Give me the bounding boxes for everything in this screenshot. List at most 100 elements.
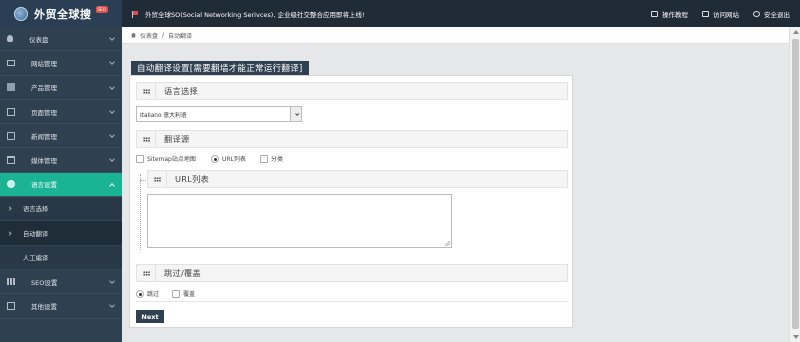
- tutorial-link[interactable]: 操作教程: [651, 9, 688, 19]
- skip-option[interactable]: 跳过: [136, 289, 159, 298]
- visit-site-link[interactable]: 访问网站: [702, 9, 739, 19]
- section-title: 翻译源: [164, 134, 190, 144]
- chevron-down-icon: [109, 83, 115, 90]
- announcement-text: 外贸全球SO(Social Networking Serivces), 企业级社…: [145, 11, 365, 19]
- source-option-url-list[interactable]: URL列表: [211, 154, 246, 163]
- option-label: Sitemap站点地图: [147, 156, 196, 163]
- sidebar-item-media[interactable]: 媒体管理: [0, 148, 122, 173]
- home-icon: [131, 32, 136, 38]
- brand-logo[interactable]: 外贸全球搜 SEO: [0, 0, 122, 27]
- resize-handle-icon[interactable]: [445, 241, 450, 246]
- category-checkbox[interactable]: [260, 154, 268, 163]
- logout-link[interactable]: 安全退出: [753, 9, 790, 19]
- chevron-down-icon: [109, 302, 115, 309]
- bar-chart-icon: [7, 278, 15, 286]
- sidebar-item-dashboard[interactable]: 仪表盘: [0, 27, 122, 52]
- chevron-down-icon: [109, 132, 115, 139]
- skip-radio[interactable]: [136, 289, 144, 298]
- overwrite-option[interactable]: 覆盖: [172, 289, 195, 298]
- sidebar-item-label: 页面管理: [31, 108, 57, 117]
- sidebar-item-label: SEO设置: [31, 278, 58, 287]
- sidebar-subitem-label: 人工编译: [23, 254, 49, 262]
- sidebar-item-label: 仪表盘: [29, 35, 49, 44]
- source-option-sitemap[interactable]: Sitemap站点地图: [136, 154, 196, 163]
- globe-logo-icon: [14, 6, 28, 21]
- option-label: URL列表: [222, 156, 246, 163]
- sidebar: 仪表盘 网站管理 产品管理 页面管理 新闻管理 媒体管理 语言设置 语言选择 自…: [0, 27, 122, 342]
- grip-icon: [137, 265, 156, 281]
- chevron-right-icon: [7, 230, 12, 236]
- sidebar-subitem-manual-translate[interactable]: 人工编译: [0, 245, 122, 270]
- url-list-textarea[interactable]: [147, 194, 452, 248]
- section-title: URL列表: [175, 174, 210, 184]
- sidebar-item-label: 其他设置: [31, 302, 57, 311]
- scroll-up-arrow-icon[interactable]: [793, 30, 799, 34]
- sidebar-item-seo-settings[interactable]: SEO设置: [0, 270, 122, 295]
- chevron-down-icon: [109, 156, 115, 163]
- section-title: 语言选择: [164, 86, 198, 96]
- grip-icon: [137, 83, 156, 99]
- language-select-value: Italiano 意大利语: [140, 112, 187, 119]
- sidebar-subitem-label: 自动翻译: [23, 230, 49, 238]
- chevron-down-icon[interactable]: [290, 107, 301, 121]
- sidebar-item-site-management[interactable]: 网站管理: [0, 51, 122, 76]
- panel-title: 自动翻译设置[需要翻墙才能正常运行翻译]: [131, 61, 309, 75]
- sidebar-item-label: 网站管理: [31, 59, 57, 68]
- logout-link-label: 安全退出: [764, 11, 790, 19]
- chevron-down-icon: [109, 108, 115, 114]
- announcement: 外贸全球SO(Social Networking Serivces), 企业级社…: [132, 9, 365, 19]
- url-list-radio[interactable]: [211, 154, 219, 163]
- sidebar-subitem-label: 语言选择: [23, 206, 49, 214]
- tutorial-link-label: 操作教程: [662, 11, 688, 19]
- section-header-language: 语言选择: [136, 82, 568, 100]
- chevron-down-icon: [109, 59, 115, 66]
- monitor-icon: [702, 11, 709, 17]
- section-header-source: 翻译源: [136, 130, 568, 148]
- option-label: 覆盖: [183, 291, 196, 298]
- tree-connector: [140, 174, 141, 250]
- sidebar-item-label: 产品管理: [31, 84, 57, 93]
- breadcrumb-current: 自动翻译: [168, 32, 193, 40]
- breadcrumb-home[interactable]: 仪表盘: [140, 31, 158, 40]
- scroll-thumb[interactable]: [792, 39, 799, 329]
- page-scrollbar[interactable]: [789, 27, 800, 342]
- scroll-down-arrow-icon[interactable]: [793, 335, 799, 339]
- brand-badge: SEO: [95, 6, 108, 13]
- sitemap-checkbox[interactable]: [136, 154, 144, 163]
- sidebar-item-other-settings[interactable]: 其他设置: [0, 294, 122, 319]
- breadcrumb: 仪表盘 / 自动翻译: [122, 27, 789, 44]
- cube-icon: [7, 83, 15, 92]
- source-option-category[interactable]: 分类: [260, 154, 283, 163]
- top-bar: 外贸全球搜 SEO 外贸全球SO(Social Networking Seriv…: [0, 0, 800, 27]
- chevron-up-icon: [109, 182, 115, 189]
- logout-icon: [753, 11, 760, 17]
- next-button[interactable]: Next: [136, 310, 164, 323]
- divider: [136, 301, 568, 302]
- section-title: 跳过/覆盖: [164, 268, 202, 278]
- sidebar-item-pages[interactable]: 页面管理: [0, 100, 122, 125]
- sidebar-item-language-settings[interactable]: 语言设置: [0, 172, 122, 198]
- sidebar-item-label: 新闻管理: [31, 132, 57, 141]
- grip-icon: [148, 171, 167, 187]
- grip-icon: [137, 131, 156, 147]
- top-links: 操作教程 访问网站 安全退出: [651, 9, 790, 19]
- flag-icon: [132, 10, 138, 18]
- breadcrumb-separator: /: [162, 31, 165, 39]
- sidebar-item-news[interactable]: 新闻管理: [0, 124, 122, 149]
- section-header-skip: 跳过/覆盖: [136, 264, 568, 282]
- visit-site-link-label: 访问网站: [713, 11, 739, 19]
- tree-connector: [140, 180, 146, 181]
- overwrite-checkbox[interactable]: [172, 289, 180, 298]
- document-icon: [7, 107, 15, 116]
- sidebar-item-products[interactable]: 产品管理: [0, 76, 122, 100]
- sidebar-subitem-auto-translate[interactable]: 自动翻译: [0, 221, 122, 246]
- language-select[interactable]: Italiano 意大利语: [136, 106, 302, 122]
- option-label: 跳过: [147, 291, 160, 298]
- sidebar-item-label: 语言设置: [31, 181, 57, 190]
- user-icon: [7, 35, 13, 43]
- media-icon: [7, 156, 15, 165]
- settings-icon: [7, 301, 15, 310]
- sidebar-subitem-language-selection[interactable]: 语言选择: [0, 197, 122, 222]
- option-label: 分类: [271, 156, 284, 163]
- chevron-down-icon: [109, 35, 115, 41]
